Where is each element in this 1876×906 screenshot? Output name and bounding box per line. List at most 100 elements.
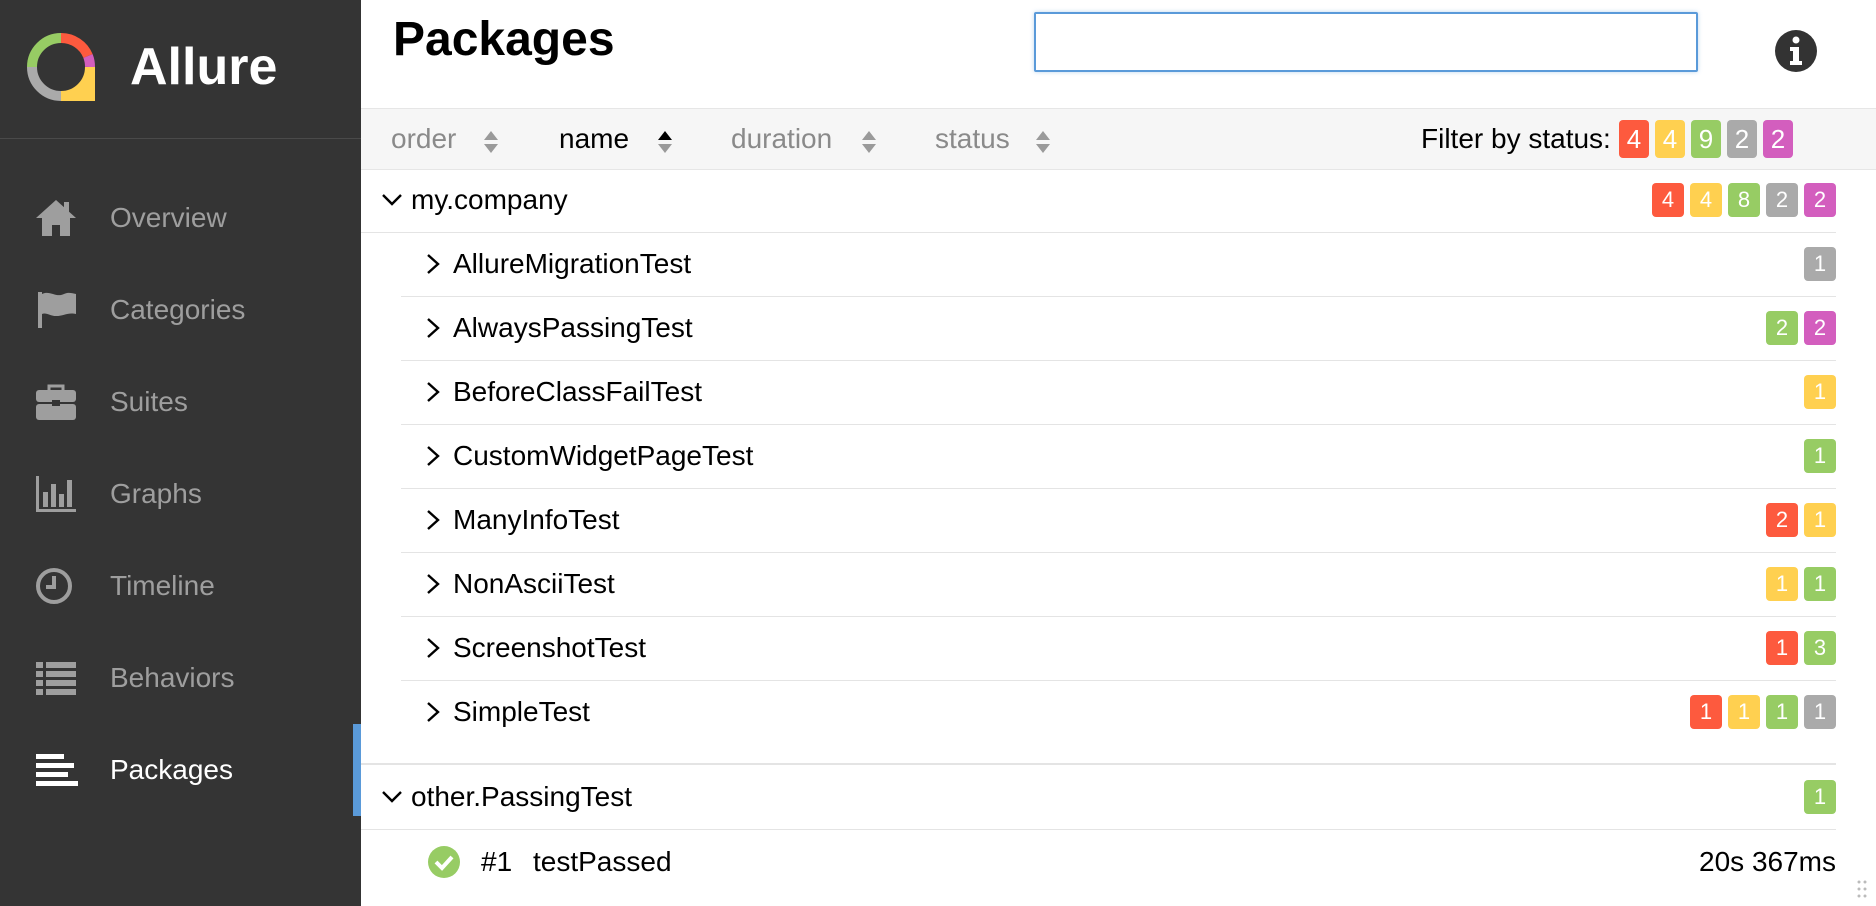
sidebar-item-categories[interactable]: Categories xyxy=(0,264,361,356)
status-counts: 1 xyxy=(1804,247,1836,281)
tree-item-name: ScreenshotTest xyxy=(453,632,646,663)
chevron-right-icon xyxy=(427,510,440,530)
sort-asc-icon xyxy=(658,131,672,153)
sidebar-item-suites[interactable]: Suites xyxy=(0,356,361,448)
test-case-row[interactable]: #1 testPassed 20s 367ms xyxy=(401,830,1836,894)
failed-count-badge: 4 xyxy=(1652,183,1684,217)
chevron-right-icon xyxy=(427,702,440,722)
filter-passed-toggle[interactable]: 9 xyxy=(1691,120,1721,158)
status-counts: 1 xyxy=(1804,439,1836,473)
test-name: testPassed xyxy=(533,846,672,877)
filter-failed-toggle[interactable]: 4 xyxy=(1619,120,1649,158)
sort-by-order[interactable]: order xyxy=(391,119,498,159)
passed-count-badge: 1 xyxy=(1766,695,1798,729)
sidebar-item-label: Overview xyxy=(110,202,227,233)
sidebar: Allure Overview Categories Suites Graphs… xyxy=(0,0,361,906)
filter-skipped-toggle[interactable]: 2 xyxy=(1727,120,1757,158)
status-counts: 1 3 xyxy=(1766,631,1836,665)
resize-grip-icon[interactable] xyxy=(1856,878,1868,900)
tree-item[interactable]: BeforeClassFailTest 1 xyxy=(401,360,1836,425)
passed-count-badge: 1 xyxy=(1804,439,1836,473)
status-counts: 1 xyxy=(1804,780,1836,814)
tree-item-name: ManyInfoTest xyxy=(453,504,620,535)
bar-chart-icon xyxy=(36,476,76,512)
sort-icon xyxy=(1036,131,1050,153)
broken-count-badge: 1 xyxy=(1728,695,1760,729)
tree-item[interactable]: NonAsciiTest 1 1 xyxy=(401,552,1836,617)
sidebar-item-label: Graphs xyxy=(110,478,202,509)
chevron-down-icon xyxy=(382,791,402,803)
tree-item-name: CustomWidgetPageTest xyxy=(453,440,754,471)
skipped-count-badge: 2 xyxy=(1766,183,1798,217)
broken-count-badge: 4 xyxy=(1690,183,1722,217)
sort-bar: order name duration status Filter by sta… xyxy=(361,108,1876,170)
passed-count-badge: 8 xyxy=(1728,183,1760,217)
tree-item[interactable]: ScreenshotTest 1 3 xyxy=(401,616,1836,681)
group-name: other.PassingTest xyxy=(411,781,633,812)
sort-by-name[interactable]: name xyxy=(559,119,672,159)
home-icon xyxy=(36,200,76,236)
status-counts: 2 2 xyxy=(1766,311,1836,345)
search-input[interactable] xyxy=(1034,12,1698,72)
sidebar-item-overview[interactable]: Overview xyxy=(0,172,361,264)
sidebar-item-label: Behaviors xyxy=(110,662,235,693)
tree-item[interactable]: AllureMigrationTest 1 xyxy=(401,232,1836,297)
allure-logo-icon xyxy=(27,32,95,101)
tree-group-other-passingtest[interactable]: other.PassingTest 1 xyxy=(361,765,1836,830)
passed-check-icon xyxy=(428,846,460,878)
clock-icon xyxy=(36,568,72,604)
broken-count-badge: 1 xyxy=(1804,503,1836,537)
filter-label: Filter by status: xyxy=(1421,123,1611,154)
align-left-icon xyxy=(36,754,78,786)
failed-count-badge: 1 xyxy=(1766,631,1798,665)
chevron-right-icon xyxy=(427,318,440,338)
sort-by-status[interactable]: status xyxy=(935,119,1050,159)
tree-item[interactable]: AlwaysPassingTest 2 2 xyxy=(401,296,1836,361)
sort-by-duration[interactable]: duration xyxy=(731,119,876,159)
status-counts: 1 1 1 1 xyxy=(1690,695,1836,729)
sidebar-item-label: Suites xyxy=(110,386,188,417)
tree-item[interactable]: SimpleTest 1 1 1 1 xyxy=(401,680,1836,744)
sidebar-item-behaviors[interactable]: Behaviors xyxy=(0,632,361,724)
test-order: #1 xyxy=(481,846,513,877)
sidebar-item-packages[interactable]: Packages xyxy=(0,724,361,816)
passed-count-badge: 3 xyxy=(1804,631,1836,665)
briefcase-icon xyxy=(36,384,76,420)
flag-icon xyxy=(38,292,76,328)
filter-unknown-toggle[interactable]: 2 xyxy=(1763,120,1793,158)
sidebar-item-label: Timeline xyxy=(110,570,215,601)
chevron-right-icon xyxy=(427,382,440,402)
info-icon[interactable] xyxy=(1773,28,1819,74)
status-counts: 1 xyxy=(1804,375,1836,409)
status-counts: 2 1 xyxy=(1766,503,1836,537)
sidebar-item-label: Packages xyxy=(110,754,233,785)
sidebar-item-timeline[interactable]: Timeline xyxy=(0,540,361,632)
brand-name: Allure xyxy=(130,38,278,96)
skipped-count-badge: 1 xyxy=(1804,247,1836,281)
tree-item-name: AlwaysPassingTest xyxy=(453,312,693,343)
sort-icon xyxy=(484,131,498,153)
status-counts: 4 4 8 2 2 xyxy=(1652,183,1836,217)
tree-item-name: BeforeClassFailTest xyxy=(453,376,702,407)
sort-label: order xyxy=(391,123,457,154)
tree-item-name: NonAsciiTest xyxy=(453,568,615,599)
tree-item[interactable]: ManyInfoTest 2 1 xyxy=(401,488,1836,553)
main-content: Packages order name duration status Filt… xyxy=(361,0,1876,906)
passed-count-badge: 2 xyxy=(1766,311,1798,345)
sort-label: status xyxy=(935,123,1010,154)
chevron-down-icon xyxy=(382,194,402,206)
broken-count-badge: 1 xyxy=(1766,567,1798,601)
list-icon xyxy=(36,662,76,695)
unknown-count-badge: 2 xyxy=(1804,311,1836,345)
tree-item[interactable]: CustomWidgetPageTest 1 xyxy=(401,424,1836,489)
chevron-right-icon xyxy=(427,638,440,658)
filter-broken-toggle[interactable]: 4 xyxy=(1655,120,1685,158)
chevron-right-icon xyxy=(427,574,440,594)
test-duration: 20s 367ms xyxy=(1699,846,1836,877)
sort-label: duration xyxy=(731,123,833,154)
sidebar-item-graphs[interactable]: Graphs xyxy=(0,448,361,540)
skipped-count-badge: 1 xyxy=(1804,695,1836,729)
brand-header[interactable]: Allure xyxy=(0,0,361,139)
tree-item-name: AllureMigrationTest xyxy=(453,248,692,279)
tree-group-my-company[interactable]: my.company 4 4 8 2 2 xyxy=(361,168,1836,233)
